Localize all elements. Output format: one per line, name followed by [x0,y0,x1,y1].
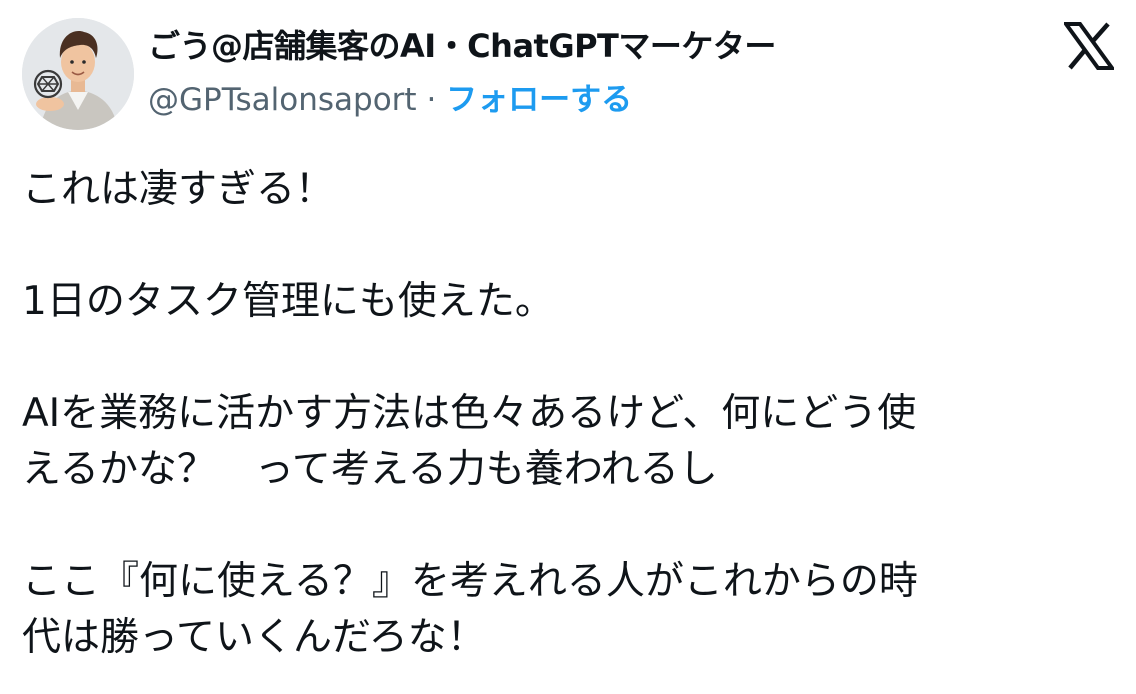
tweet-paragraph: 1日のタスク管理にも使えた。 [22,279,554,324]
tweet-card: ごう@店舗集客のAI・ChatGPTマーケター @GPTsalonsaport … [0,0,1136,694]
author-avatar[interactable] [22,18,134,130]
handle-separator: · [426,82,437,118]
follow-button[interactable]: フォローする [446,82,632,118]
tweet-paragraph: ここ『何に使える？』を考えれる人がこれからの時 代は勝っていくんだろな！ [22,559,918,660]
tweet-text: これは凄すぎる！ 1日のタスク管理にも使えた。 AIを業務に活かす方法は色々ある… [22,162,1122,666]
tweet-paragraph: AIを業務に活かす方法は色々あるけど、何にどう使 えるかな？ って考える力も養わ… [22,391,917,492]
x-logo-icon[interactable] [1062,22,1116,70]
author-handle-row: @GPTsalonsaport · フォローする [148,80,632,120]
tweet-paragraph: これは凄すぎる！ [22,167,335,212]
author-display-name[interactable]: ごう@店舗集客のAI・ChatGPTマーケター [148,26,776,66]
avatar-illustration [22,18,134,130]
author-handle[interactable]: @GPTsalonsaport [148,82,417,118]
